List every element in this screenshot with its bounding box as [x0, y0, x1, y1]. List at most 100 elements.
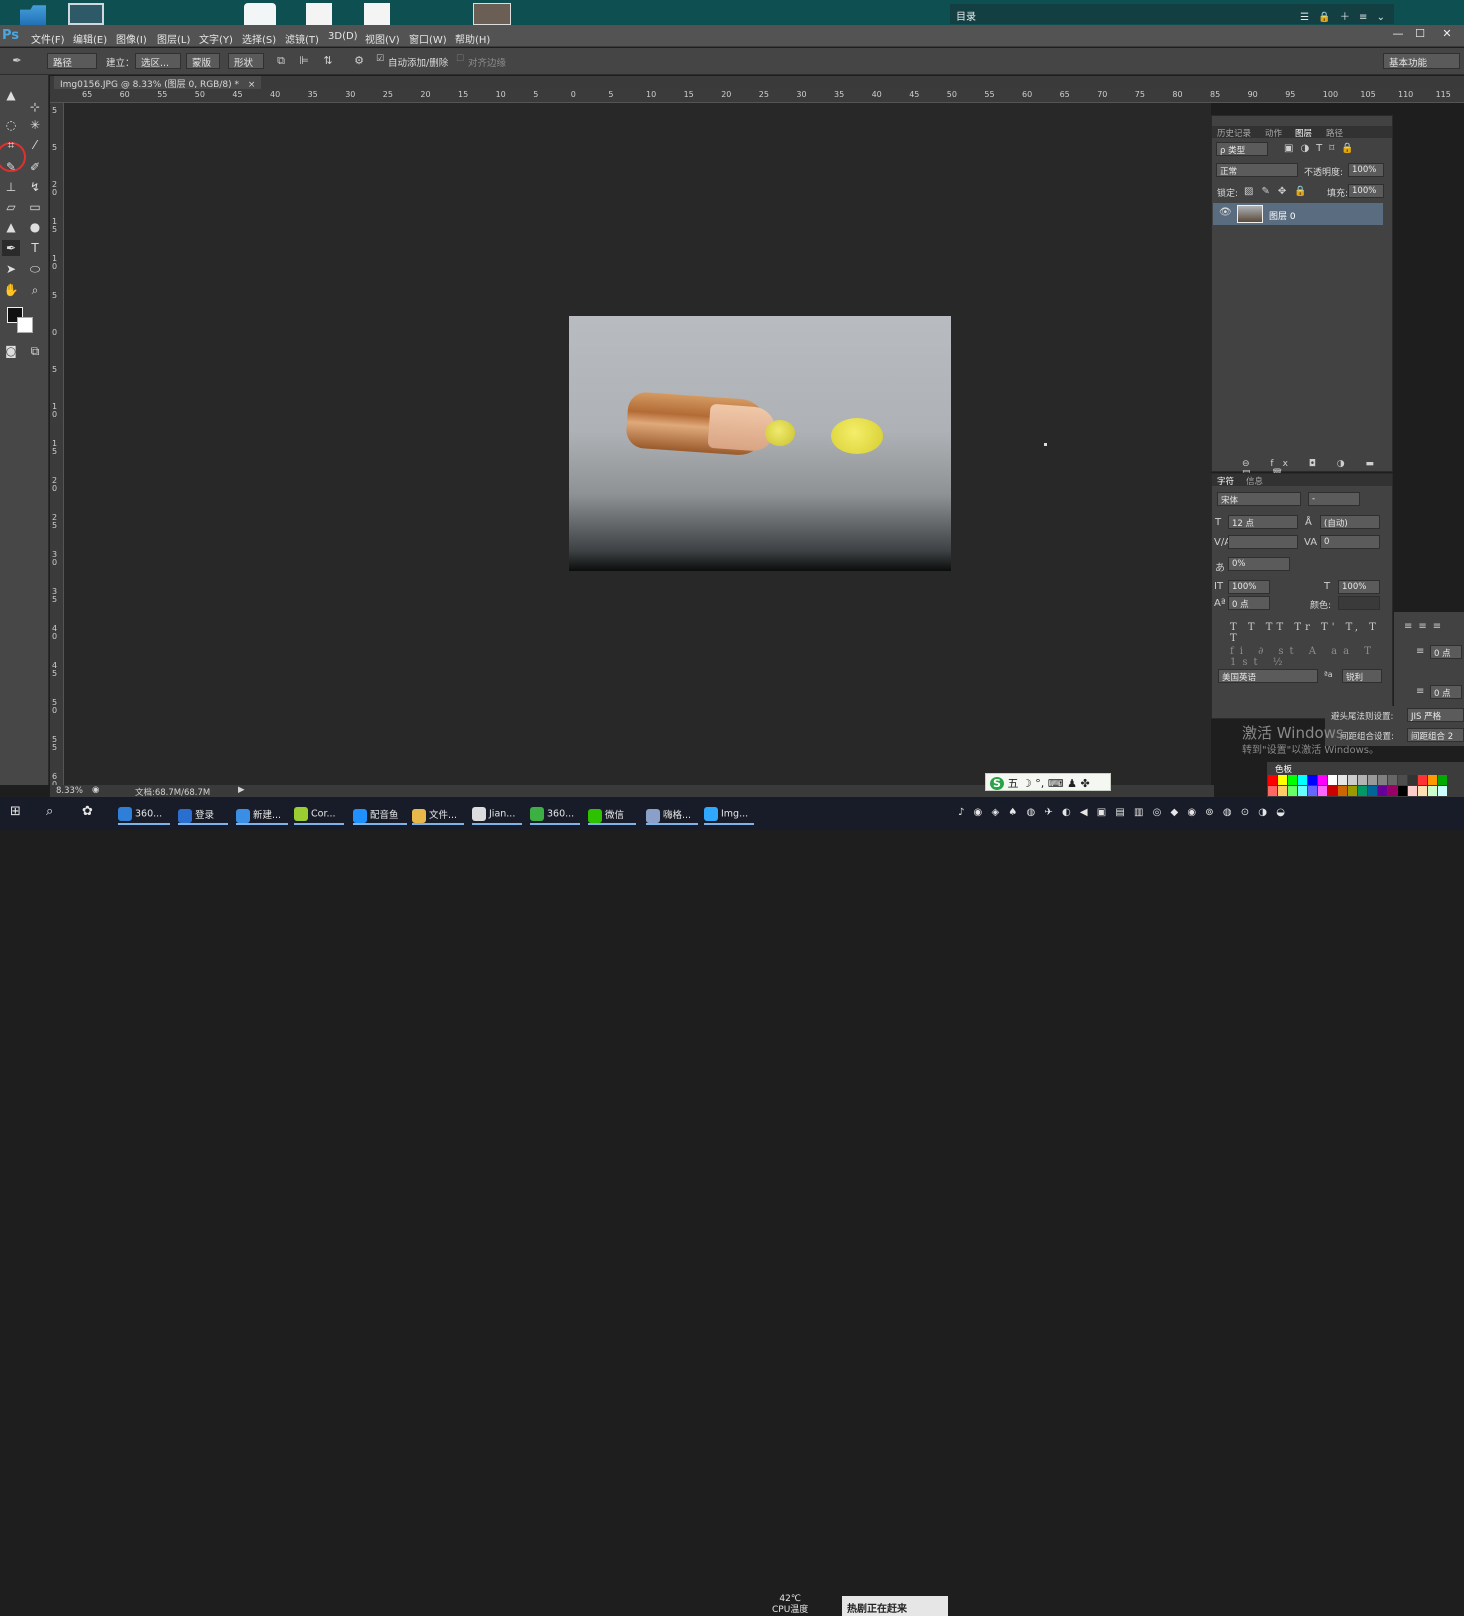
document-image[interactable]	[569, 316, 951, 571]
tab-swatches[interactable]: 色板	[1275, 763, 1292, 775]
color-swatch[interactable]	[1378, 786, 1387, 796]
baseline-shift-input[interactable]: 0 点	[1228, 596, 1270, 610]
color-swatch[interactable]	[1278, 775, 1287, 785]
tab-info[interactable]: 信息	[1246, 475, 1263, 487]
menu-view[interactable]: 视图(V)	[365, 31, 400, 46]
move-tool-icon[interactable]: ▲	[2, 87, 20, 103]
color-swatch[interactable]	[1358, 775, 1367, 785]
tab-actions[interactable]: 动作	[1265, 127, 1282, 139]
menu-window[interactable]: 窗口(W)	[409, 31, 447, 46]
taskbar-item[interactable]: 微信	[588, 801, 636, 825]
brush-tool-icon[interactable]: ✐	[26, 159, 44, 175]
color-swatch[interactable]	[1298, 786, 1307, 796]
healing-brush-tool-icon[interactable]: ✎	[2, 159, 20, 175]
path-alignment-icon[interactable]: ⊫	[297, 54, 311, 68]
taskbar-item[interactable]: 新建...	[236, 801, 288, 825]
color-swatch[interactable]	[1388, 775, 1397, 785]
directory-tools[interactable]: ☰ 🔒 ＋ ≡ ⌄	[1300, 8, 1388, 23]
kinsoku-select[interactable]: JIS 严格	[1407, 708, 1464, 722]
blur-tool-icon[interactable]: ▲	[2, 219, 20, 235]
color-swatch[interactable]	[1268, 786, 1277, 796]
artboard-tool-icon[interactable]: ⊹	[26, 99, 44, 115]
background-color-swatch[interactable]	[17, 317, 33, 333]
ime-toolbar[interactable]: S 五 ☽ °, ⌨ ♟ ✤	[985, 773, 1111, 791]
hand-tool-icon[interactable]: ✋	[2, 282, 20, 298]
color-swatch[interactable]	[1428, 775, 1437, 785]
color-swatch[interactable]	[1328, 786, 1337, 796]
align-buttons[interactable]: ≡≡≡	[1404, 621, 1447, 632]
menu-type[interactable]: 文字(Y)	[199, 31, 233, 46]
color-swatch[interactable]	[1408, 786, 1417, 796]
selection-button[interactable]: 选区...	[135, 53, 181, 69]
opacity-input[interactable]: 100%	[1348, 163, 1384, 177]
color-swatch[interactable]	[1428, 786, 1437, 796]
type-tool-icon[interactable]: T	[26, 240, 44, 256]
taskbar-item[interactable]: Jian...	[472, 801, 522, 825]
app-desktop-icon[interactable]	[68, 3, 104, 25]
color-swatch[interactable]	[1288, 786, 1297, 796]
path-operations-icon[interactable]: ⧉	[274, 54, 288, 68]
path-selection-tool-icon[interactable]: ➤	[2, 261, 20, 277]
color-swatch[interactable]	[1318, 775, 1327, 785]
document-desktop-icon[interactable]	[364, 3, 390, 25]
tracking-input[interactable]: 0	[1320, 535, 1380, 549]
color-swatch[interactable]	[1418, 775, 1427, 785]
taskbar-item[interactable]: Img...	[704, 801, 754, 825]
pen-tool-icon[interactable]: ✒	[2, 240, 20, 256]
vertical-scale-input[interactable]: 100%	[1228, 580, 1270, 594]
layer-filter-icons[interactable]: ▣◑T⌑🔒	[1284, 143, 1361, 154]
pen-tool-preset-icon[interactable]: ✒	[10, 54, 24, 68]
screen-mode-icon[interactable]: ⧉	[26, 343, 44, 359]
color-swatch[interactable]	[1308, 786, 1317, 796]
color-swatch[interactable]	[1358, 786, 1367, 796]
news-widget[interactable]: 热剧正在赶来	[842, 1596, 948, 1616]
color-swatch[interactable]	[1278, 786, 1287, 796]
cloud-desktop-icon[interactable]	[244, 3, 276, 25]
color-swatch[interactable]	[1388, 786, 1397, 796]
color-swatch[interactable]	[1368, 786, 1377, 796]
color-swatch[interactable]	[1318, 786, 1327, 796]
lock-options-icons[interactable]: ▨✎✥🔒	[1244, 186, 1315, 197]
ellipse-tool-icon[interactable]: ⬭	[26, 261, 44, 277]
color-swatch[interactable]	[1438, 775, 1447, 785]
maximize-icon[interactable]: ☐	[1410, 27, 1430, 43]
directory-bar[interactable]: 目录 ☰ 🔒 ＋ ≡ ⌄	[950, 4, 1394, 24]
taskbar-item[interactable]: 360...	[530, 801, 580, 825]
ime-buttons[interactable]: 五 ☽ °, ⌨ ♟ ✤	[1007, 777, 1089, 790]
360-browser-icon[interactable]: ✿	[82, 801, 93, 825]
blend-mode-select[interactable]: 正常	[1216, 163, 1298, 177]
zoom-level[interactable]: 8.33%	[56, 786, 83, 796]
proof-icon[interactable]: ◉	[92, 785, 99, 795]
indent-right-input[interactable]: 0 点	[1430, 645, 1462, 659]
lasso-tool-icon[interactable]: ◌	[2, 117, 20, 133]
path-arrangement-icon[interactable]: ⇅	[321, 54, 335, 68]
tab-layers[interactable]: 图层	[1295, 127, 1312, 139]
color-swatch[interactable]	[1438, 786, 1447, 796]
clone-stamp-tool-icon[interactable]: ⊥	[2, 179, 20, 195]
horizontal-ruler[interactable]: 65 60 55 50 45 40 35 30 25 20 15 10 5 0 5 10 15 20 25 30 35 4…	[50, 89, 1464, 103]
menu-image[interactable]: 图像(I)	[116, 31, 147, 46]
color-swatch[interactable]	[1378, 775, 1387, 785]
eyedropper-tool-icon[interactable]: ⁄	[26, 137, 44, 153]
color-swatch[interactable]	[1368, 775, 1377, 785]
color-swatch[interactable]	[1398, 775, 1407, 785]
taskbar-item[interactable]: Cor...	[294, 801, 344, 825]
menu-3d[interactable]: 3D(D)	[328, 31, 358, 42]
fill-input[interactable]: 100%	[1348, 184, 1384, 198]
auto-add-checkbox[interactable]: ☑	[373, 54, 387, 68]
tab-character[interactable]: 字符	[1217, 475, 1234, 487]
space-after-input[interactable]: 0 点	[1430, 685, 1462, 699]
leading-input[interactable]: (自动)	[1320, 515, 1380, 529]
color-swatch[interactable]	[1288, 775, 1297, 785]
text-color-swatch[interactable]	[1338, 596, 1380, 610]
gear-icon[interactable]: ⚙	[352, 54, 366, 68]
visibility-eye-icon[interactable]: 👁	[1219, 207, 1232, 218]
gradient-tool-icon[interactable]: ▭	[26, 199, 44, 215]
folder-desktop-icon[interactable]	[20, 5, 46, 25]
picture-desktop-icon[interactable]	[473, 3, 511, 25]
menu-edit[interactable]: 编辑(E)	[73, 31, 107, 46]
layer-filter-select[interactable]: ρ 类型	[1216, 142, 1268, 156]
document-tab[interactable]: Img0156.JPG @ 8.33% (图层 0, RGB/8) * ×	[54, 76, 262, 90]
pen-mode-select[interactable]: 路径	[47, 53, 97, 69]
vertical-ruler[interactable]: 5 5 2 0 1 5 1 0 5 0 5 1 0 1 5 2 0 2 5 3 0 3 5 4 0 4 5 5 …	[50, 103, 64, 785]
